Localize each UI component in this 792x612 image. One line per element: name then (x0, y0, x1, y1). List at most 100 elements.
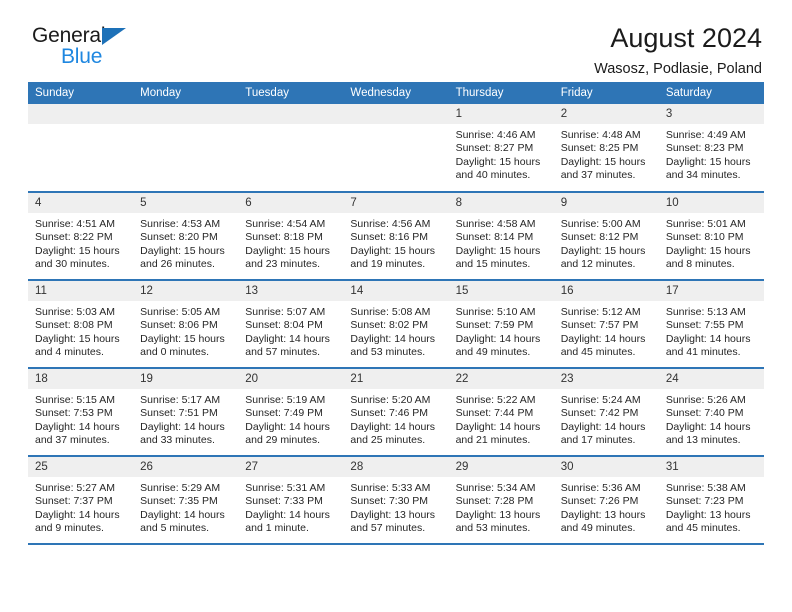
calendar-day-cell[interactable]: 19 Sunrise: 5:17 AM Sunset: 7:51 PM Dayligh… (133, 368, 239, 457)
calendar-day-cell[interactable]: 2 Sunrise: 4:48 AM Sunset: 8:25 PM Daylight… (553, 104, 659, 193)
sunrise-text: Sunrise: 4:53 AM (140, 218, 221, 230)
calendar-day-cell[interactable]: 15 Sunrise: 5:10 AM Sunset: 7:59 PM Dayligh… (448, 280, 554, 369)
weekday-header-thursday: Thursday (448, 82, 554, 104)
day-number: 13 (238, 281, 344, 301)
day-sun-info: Sunrise: 5:08 AM Sunset: 8:02 PM Daylight:… (343, 301, 448, 360)
calendar-empty-cell (238, 104, 344, 193)
sunrise-text: Sunrise: 5:29 AM (140, 482, 221, 494)
daylight-text: Daylight: 14 hours and 25 minutes. (350, 420, 436, 447)
calendar-day-cell[interactable]: 7 Sunrise: 4:56 AM Sunset: 8:16 PM Daylight… (343, 192, 449, 281)
day-sun-info: Sunrise: 5:24 AM Sunset: 7:42 PM Daylight:… (554, 389, 659, 448)
calendar-day-cell[interactable]: 12 Sunrise: 5:05 AM Sunset: 8:06 PM Dayligh… (133, 280, 239, 369)
sunset-text: Sunset: 8:20 PM (140, 231, 218, 244)
day-sun-info: Sunrise: 5:15 AM Sunset: 7:53 PM Daylight:… (28, 389, 133, 448)
day-sun-info: Sunrise: 4:56 AM Sunset: 8:16 PM Daylight:… (343, 213, 448, 272)
day-number: 14 (343, 281, 449, 301)
sunset-text: Sunset: 7:59 PM (455, 319, 534, 332)
sunrise-text: Sunrise: 5:01 AM (665, 218, 746, 230)
calendar-day-cell[interactable]: 13 Sunrise: 5:07 AM Sunset: 8:04 PM Dayligh… (238, 280, 344, 369)
sunrise-text: Sunrise: 4:58 AM (455, 218, 536, 230)
sunrise-text: Sunrise: 5:38 AM (665, 482, 746, 494)
day-cell-content: 28 Sunrise: 5:33 AM Sunset: 7:30 PM Dayligh… (343, 457, 449, 543)
day-cell-content: 20 Sunrise: 5:19 AM Sunset: 7:49 PM Dayligh… (238, 369, 344, 455)
calendar-day-cell[interactable]: 18 Sunrise: 5:15 AM Sunset: 7:53 PM Dayligh… (28, 368, 134, 457)
sunset-text: Sunset: 8:27 PM (455, 142, 534, 155)
calendar-day-cell[interactable]: 21 Sunrise: 5:20 AM Sunset: 7:46 PM Dayligh… (343, 368, 449, 457)
day-sun-info: Sunrise: 4:53 AM Sunset: 8:20 PM Daylight:… (133, 213, 238, 272)
daylight-text: Daylight: 14 hours and 13 minutes. (665, 420, 751, 447)
sunset-text: Sunset: 8:16 PM (350, 231, 429, 244)
calendar-day-cell[interactable]: 3 Sunrise: 4:49 AM Sunset: 8:23 PM Daylight… (658, 104, 764, 193)
day-cell-content: 4 Sunrise: 4:51 AM Sunset: 8:22 PM Daylight… (28, 193, 134, 279)
day-cell-content: 29 Sunrise: 5:34 AM Sunset: 7:28 PM Dayligh… (448, 457, 554, 543)
daylight-text: Daylight: 13 hours and 57 minutes. (350, 508, 436, 535)
calendar-day-cell[interactable]: 1 Sunrise: 4:46 AM Sunset: 8:27 PM Daylight… (448, 104, 554, 193)
calendar-day-cell[interactable]: 29 Sunrise: 5:34 AM Sunset: 7:28 PM Dayligh… (448, 456, 554, 545)
day-number: 7 (343, 193, 449, 213)
sunrise-text: Sunrise: 5:22 AM (455, 394, 536, 406)
logo-text-blue: Blue (61, 45, 103, 68)
calendar-day-cell[interactable]: 31 Sunrise: 5:38 AM Sunset: 7:23 PM Dayligh… (658, 456, 764, 545)
day-sun-info: Sunrise: 5:17 AM Sunset: 7:51 PM Daylight:… (133, 389, 238, 448)
sunset-text: Sunset: 7:57 PM (560, 319, 639, 332)
day-number: 8 (448, 193, 554, 213)
calendar-day-cell[interactable]: 16 Sunrise: 5:12 AM Sunset: 7:57 PM Dayligh… (553, 280, 659, 369)
sunrise-text: Sunrise: 5:20 AM (350, 394, 431, 406)
sunset-text: Sunset: 7:44 PM (455, 407, 534, 420)
sunrise-text: Sunrise: 5:10 AM (455, 306, 536, 318)
calendar-day-cell[interactable]: 20 Sunrise: 5:19 AM Sunset: 7:49 PM Dayligh… (238, 368, 344, 457)
day-sun-info: Sunrise: 4:58 AM Sunset: 8:14 PM Daylight:… (449, 213, 554, 272)
sunset-text: Sunset: 8:18 PM (245, 231, 323, 244)
day-sun-info: Sunrise: 5:07 AM Sunset: 8:04 PM Daylight:… (238, 301, 343, 360)
calendar-day-cell[interactable]: 17 Sunrise: 5:13 AM Sunset: 7:55 PM Dayligh… (658, 280, 764, 369)
sunrise-text: Sunrise: 5:34 AM (455, 482, 536, 494)
day-cell-content: 22 Sunrise: 5:22 AM Sunset: 7:44 PM Dayligh… (448, 369, 554, 455)
sunrise-text: Sunrise: 5:15 AM (35, 394, 115, 406)
calendar-day-cell[interactable]: 5 Sunrise: 4:53 AM Sunset: 8:20 PM Daylight… (133, 192, 239, 281)
sunrise-text: Sunrise: 5:05 AM (140, 306, 221, 318)
sunset-text: Sunset: 8:04 PM (245, 319, 323, 332)
calendar-day-cell[interactable]: 10 Sunrise: 5:01 AM Sunset: 8:10 PM Dayligh… (658, 192, 764, 281)
calendar-day-cell[interactable]: 23 Sunrise: 5:24 AM Sunset: 7:42 PM Dayligh… (553, 368, 659, 457)
weekday-header-tuesday: Tuesday (238, 82, 344, 104)
sunrise-text: Sunrise: 5:13 AM (665, 306, 746, 318)
daylight-text: Daylight: 14 hours and 33 minutes. (140, 420, 225, 447)
day-sun-info: Sunrise: 4:46 AM Sunset: 8:27 PM Daylight:… (449, 124, 554, 183)
day-sun-info: Sunrise: 5:22 AM Sunset: 7:44 PM Daylight:… (449, 389, 554, 448)
day-number: 6 (238, 193, 344, 213)
daylight-text: Daylight: 14 hours and 45 minutes. (560, 332, 646, 359)
day-number: 5 (133, 193, 239, 213)
calendar-day-cell[interactable]: 22 Sunrise: 5:22 AM Sunset: 7:44 PM Dayligh… (448, 368, 554, 457)
calendar-day-cell[interactable]: 27 Sunrise: 5:31 AM Sunset: 7:33 PM Dayligh… (238, 456, 344, 545)
sunrise-text: Sunrise: 5:19 AM (245, 394, 326, 406)
day-cell-content: 18 Sunrise: 5:15 AM Sunset: 7:53 PM Dayligh… (28, 369, 134, 455)
calendar-day-cell[interactable]: 4 Sunrise: 4:51 AM Sunset: 8:22 PM Daylight… (28, 192, 134, 281)
day-sun-info: Sunrise: 4:51 AM Sunset: 8:22 PM Daylight:… (28, 213, 133, 272)
calendar-day-cell[interactable]: 8 Sunrise: 4:58 AM Sunset: 8:14 PM Daylight… (448, 192, 554, 281)
daylight-text: Daylight: 14 hours and 41 minutes. (665, 332, 751, 359)
calendar-week-row: 25 Sunrise: 5:27 AM Sunset: 7:37 PM Dayligh… (28, 456, 764, 545)
calendar-day-cell[interactable]: 30 Sunrise: 5:36 AM Sunset: 7:26 PM Dayligh… (553, 456, 659, 545)
sunset-text: Sunset: 7:33 PM (245, 495, 323, 508)
page-subtitle: Wasosz, Podlasie, Poland (594, 61, 762, 78)
day-sun-info: Sunrise: 5:36 AM Sunset: 7:26 PM Daylight:… (554, 477, 659, 536)
day-sun-info: Sunrise: 5:12 AM Sunset: 7:57 PM Daylight:… (554, 301, 659, 360)
sunrise-text: Sunrise: 4:46 AM (455, 129, 536, 141)
calendar-day-cell[interactable]: 28 Sunrise: 5:33 AM Sunset: 7:30 PM Dayligh… (343, 456, 449, 545)
calendar-day-cell[interactable]: 24 Sunrise: 5:26 AM Sunset: 7:40 PM Dayligh… (658, 368, 764, 457)
general-blue-logo[interactable]: General Blue (32, 24, 152, 74)
calendar-week-row: 11 Sunrise: 5:03 AM Sunset: 8:08 PM Dayligh… (28, 280, 764, 369)
calendar-day-cell[interactable]: 11 Sunrise: 5:03 AM Sunset: 8:08 PM Dayligh… (28, 280, 134, 369)
day-number: 26 (133, 457, 239, 477)
sunrise-text: Sunrise: 5:33 AM (350, 482, 431, 494)
sunrise-text: Sunrise: 4:48 AM (560, 129, 641, 141)
daylight-text: Daylight: 14 hours and 9 minutes. (35, 508, 120, 535)
calendar-day-cell[interactable]: 6 Sunrise: 4:54 AM Sunset: 8:18 PM Daylight… (238, 192, 344, 281)
calendar-day-cell[interactable]: 14 Sunrise: 5:08 AM Sunset: 8:02 PM Dayligh… (343, 280, 449, 369)
sunrise-text: Sunrise: 5:03 AM (35, 306, 115, 318)
calendar-day-cell[interactable]: 26 Sunrise: 5:29 AM Sunset: 7:35 PM Dayligh… (133, 456, 239, 545)
day-cell-content (28, 104, 134, 191)
sunset-text: Sunset: 7:51 PM (140, 407, 218, 420)
calendar-day-cell[interactable]: 9 Sunrise: 5:00 AM Sunset: 8:12 PM Daylight… (553, 192, 659, 281)
calendar-day-cell[interactable]: 25 Sunrise: 5:27 AM Sunset: 7:37 PM Dayligh… (28, 456, 134, 545)
